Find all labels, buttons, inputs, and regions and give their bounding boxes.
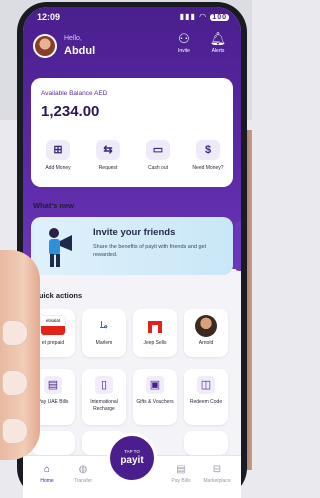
invite-label: Invite: [178, 48, 190, 54]
quick-action-label: Jeep Sells: [143, 340, 167, 346]
status-time: 12:09: [37, 12, 61, 22]
request-button[interactable]: ⇆ Request: [85, 140, 131, 171]
nav-transfer[interactable]: ◍ Transfer: [65, 464, 101, 484]
quick-action-label: Redeem Code: [189, 399, 223, 405]
status-icons: ▮▮▮ ◠ 100: [180, 12, 229, 21]
quick-action-partial[interactable]: [184, 431, 228, 455]
invite-icon: ⚇: [178, 31, 190, 46]
alerts-button[interactable]: 🔔︎ Alerts: [203, 31, 233, 55]
etisalat-logo: etisalat: [40, 315, 66, 335]
marlem-logo: ﻣﻠ: [91, 315, 117, 335]
whats-new-title: What's new: [33, 201, 74, 210]
home-icon: ⌂: [43, 464, 51, 475]
nav-pay-bills[interactable]: ▤ Pay Bills: [163, 464, 199, 484]
store-icon: ⊟: [212, 464, 222, 475]
quick-action-jeep-sells[interactable]: Jeep Sells: [133, 309, 177, 357]
megaphone-person-illustration: [49, 228, 72, 267]
tap-to-payit-button[interactable]: TAP TO payit: [107, 433, 157, 483]
ticket-icon: ◫: [197, 376, 215, 394]
add-money-button[interactable]: ⊞ Add Money: [35, 140, 81, 171]
jeep-sells-logo: [142, 315, 168, 335]
phone-icon: ▯: [95, 376, 113, 394]
status-bar: 12:09 ▮▮▮ ◠ 100: [23, 7, 241, 27]
banner-text: Share the benefits of payit with friends…: [93, 244, 207, 258]
cash-out-button[interactable]: ▭ Cash out: [135, 140, 181, 171]
gift-icon: ▣: [146, 376, 164, 394]
balance-card: Available Balance AED 1,234.00 ⊞ Add Mon…: [31, 78, 233, 187]
quick-actions-title: Quick actions: [33, 291, 83, 300]
quick-action-gifts-vouchers[interactable]: ▣ Gifts & Vouchers: [133, 369, 177, 425]
alerts-label: Alerts: [211, 48, 225, 54]
payit-logo: payit: [120, 455, 144, 466]
arnold-avatar: [195, 315, 217, 337]
need-money-label: Need Money?: [192, 165, 224, 171]
nav-home-label: Home: [40, 478, 54, 484]
signal-icon: ▮▮▮: [179, 12, 196, 21]
need-money-icon: $: [196, 140, 220, 160]
nav-pay-bills-label: Pay Bills: [171, 478, 191, 484]
globe-icon: ◍: [78, 464, 88, 475]
quick-action-label: Arnold: [198, 340, 214, 346]
user-name: Abdul: [64, 45, 96, 57]
avatar[interactable]: [33, 34, 57, 58]
quick-action-marlem[interactable]: ﻣﻠ Marlem: [82, 309, 126, 357]
fingernail: [2, 320, 28, 346]
fingernail: [2, 370, 28, 396]
balance-value: 1,234.00: [41, 103, 100, 120]
quick-action-arnold[interactable]: Arnold: [184, 309, 228, 357]
need-money-button[interactable]: $ Need Money?: [185, 140, 231, 171]
app-screen: 12:09 ▮▮▮ ◠ 100 Hello, Abdul ⚇ Invite 🔔︎…: [23, 7, 241, 498]
bills-icon: ▤: [176, 464, 186, 475]
wifi-icon: ◠: [199, 12, 208, 21]
bill-icon: ▤: [44, 376, 62, 394]
invite-button[interactable]: ⚇ Invite: [169, 31, 199, 55]
balance-label: Available Balance AED: [41, 90, 108, 97]
tap-to-label: TAP TO: [124, 449, 140, 454]
fingernail: [2, 418, 28, 444]
quick-action-label: Gifts & Vouchers: [136, 399, 174, 405]
battery-icon: 100: [210, 14, 229, 21]
quick-action-international-recharge[interactable]: ▯ International Recharge: [82, 369, 126, 425]
next-banner-peek[interactable]: [235, 221, 241, 271]
cash-out-icon: ▭: [146, 140, 170, 160]
quick-action-redeem-code[interactable]: ◫ Redeem Code: [184, 369, 228, 425]
cash-out-label: Cash out: [147, 165, 168, 171]
greeting: Hello,: [64, 35, 82, 42]
quick-action-label: International Recharge: [90, 399, 118, 412]
banner-title: Invite your friends: [93, 227, 176, 238]
nav-marketplace-label: Marketplace: [203, 478, 231, 484]
add-money-icon: ⊞: [46, 140, 70, 160]
phone-frame: 12:09 ▮▮▮ ◠ 100 Hello, Abdul ⚇ Invite 🔔︎…: [17, 2, 247, 498]
nav-home[interactable]: ⌂ Home: [29, 464, 65, 484]
hand-left: [0, 250, 40, 460]
nav-marketplace[interactable]: ⊟ Marketplace: [199, 464, 235, 484]
bell-icon: 🔔︎: [209, 31, 227, 46]
invite-banner[interactable]: Invite your friends Share the benefits o…: [31, 217, 233, 275]
request-label: Request: [98, 165, 118, 171]
add-money-label: Add Money: [45, 165, 71, 171]
quick-action-label: Marlem: [95, 340, 113, 346]
etisalat-logo-text: etisalat: [45, 318, 61, 323]
request-icon: ⇆: [96, 140, 120, 160]
nav-transfer-label: Transfer: [73, 478, 93, 484]
